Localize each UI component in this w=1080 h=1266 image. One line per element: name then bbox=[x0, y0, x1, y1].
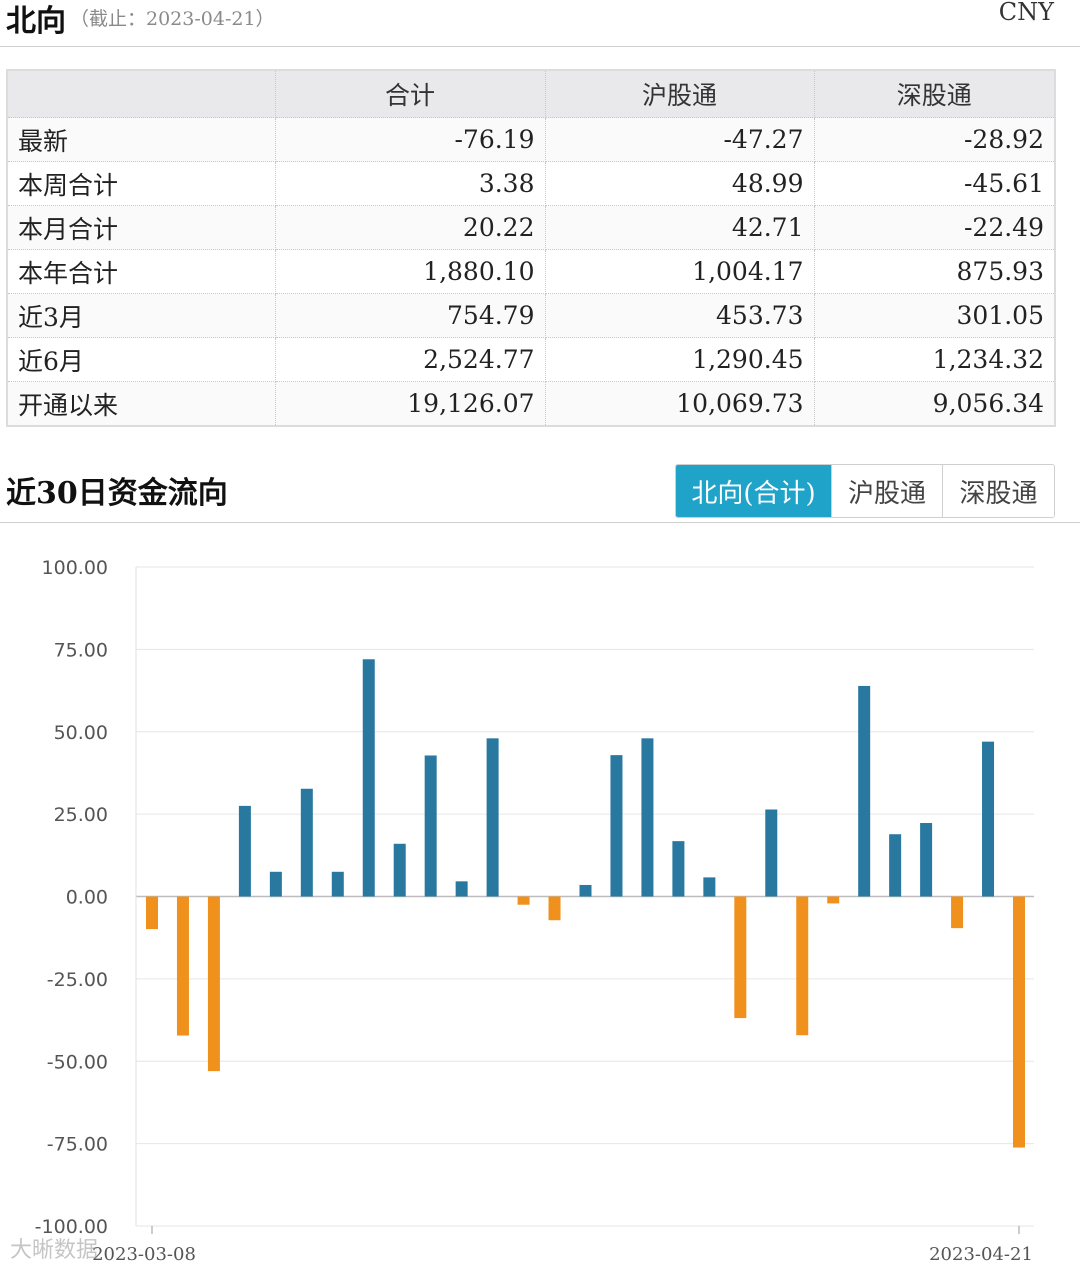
table-row: 本周合计 3.38 48.99 -45.61 bbox=[6, 161, 1056, 206]
bar-inflow bbox=[579, 884, 592, 897]
cell-shenzhen: 1,234.32 bbox=[813, 337, 1056, 382]
bar-inflow bbox=[982, 741, 995, 897]
watermark: 大晰数据 bbox=[10, 1238, 99, 1263]
column-header-blank bbox=[6, 69, 276, 118]
daily-flow-bar-chart: 100.00 75.00 50.00 25.00 0.00 -25.00 -50.00 -75… bbox=[35, 557, 1034, 1265]
bar-inflow bbox=[920, 823, 933, 897]
row-label: 开通以来 bbox=[6, 381, 276, 427]
row-label: 本年合计 bbox=[6, 249, 276, 294]
bar-inflow bbox=[424, 755, 437, 897]
cell-total: 2,524.77 bbox=[274, 337, 546, 382]
bar-inflow bbox=[858, 685, 871, 897]
y-tick-label: -50.00 bbox=[47, 1051, 108, 1073]
column-header-shanghai: 沪股通 bbox=[544, 69, 815, 118]
row-label: 最新 bbox=[6, 117, 276, 162]
flow-summary-table: 合计 沪股通 深股通 最新 -76.19 -47.27 -28.92 本周合计 … bbox=[6, 69, 1056, 427]
page-header: 北向 （截止：2023-04-21） CNY bbox=[0, 0, 1080, 47]
cell-total: -76.19 bbox=[274, 117, 546, 162]
cell-shenzhen: 301.05 bbox=[813, 293, 1056, 338]
bar-outflow bbox=[951, 896, 964, 929]
bar-inflow bbox=[703, 877, 716, 897]
cell-shanghai: 42.71 bbox=[544, 205, 815, 250]
cell-total: 754.79 bbox=[274, 293, 546, 338]
cell-total: 19,126.07 bbox=[274, 381, 546, 427]
y-tick-label: 50.00 bbox=[54, 722, 108, 744]
bar-outflow bbox=[827, 896, 840, 904]
cell-shenzhen: -28.92 bbox=[813, 117, 1056, 162]
cell-total: 1,880.10 bbox=[274, 249, 546, 294]
bar-inflow bbox=[610, 755, 623, 897]
tab-shenzhen-connect[interactable]: 深股通 bbox=[942, 465, 1054, 517]
section-divider bbox=[0, 522, 1080, 523]
table-row: 本月合计 20.22 42.71 -22.49 bbox=[6, 205, 1056, 250]
bar-inflow bbox=[486, 738, 499, 897]
bar-inflow bbox=[269, 871, 282, 897]
bar-outflow bbox=[734, 896, 747, 1019]
y-tick-label: -25.00 bbox=[47, 969, 108, 991]
page-title: 北向 bbox=[6, 4, 66, 39]
cell-shanghai: 1,004.17 bbox=[544, 249, 815, 294]
series-tabs: 北向(合计) 沪股通 深股通 bbox=[675, 464, 1055, 518]
bar-inflow bbox=[300, 788, 313, 897]
bar-outflow bbox=[517, 896, 530, 905]
cell-shenzhen: 875.93 bbox=[813, 249, 1056, 294]
x-end-date-label: 2023-04-21 bbox=[929, 1244, 1033, 1265]
table-row: 近6月 2,524.77 1,290.45 1,234.32 bbox=[6, 337, 1056, 382]
bar-inflow bbox=[362, 659, 375, 897]
row-label: 近6月 bbox=[6, 337, 276, 382]
cell-shenzhen: -22.49 bbox=[813, 205, 1056, 250]
table-row: 开通以来 19,126.07 10,069.73 9,056.34 bbox=[6, 381, 1056, 427]
cell-shanghai: 1,290.45 bbox=[544, 337, 815, 382]
cell-shanghai: 48.99 bbox=[544, 161, 815, 206]
row-label: 本周合计 bbox=[6, 161, 276, 206]
table-header-row: 合计 沪股通 深股通 bbox=[6, 69, 1056, 118]
column-header-total: 合计 bbox=[274, 69, 546, 118]
bar-inflow bbox=[641, 738, 654, 897]
table-row: 最新 -76.19 -47.27 -28.92 bbox=[6, 117, 1056, 162]
bar-outflow bbox=[796, 896, 809, 1036]
cell-shanghai: -47.27 bbox=[544, 117, 815, 162]
y-tick-label: 100.00 bbox=[42, 557, 108, 579]
tab-northbound-total[interactable]: 北向(合计) bbox=[676, 465, 831, 517]
bar-inflow bbox=[889, 834, 902, 897]
bar-outflow bbox=[176, 896, 189, 1036]
column-header-shenzhen: 深股通 bbox=[813, 69, 1056, 118]
x-start-date-label: 2023-03-08 bbox=[92, 1244, 196, 1265]
section-title: 近30日资金流向 bbox=[6, 476, 228, 511]
y-tick-label: 75.00 bbox=[54, 639, 108, 661]
bar-inflow bbox=[455, 881, 468, 897]
y-tick-label: -75.00 bbox=[47, 1134, 108, 1156]
bar-outflow bbox=[548, 896, 561, 921]
bar-outflow bbox=[207, 896, 220, 1072]
currency-label: CNY bbox=[998, 0, 1054, 26]
cell-shenzhen: 9,056.34 bbox=[813, 381, 1056, 427]
northbound-page: 北向 （截止：2023-04-21） CNY 合计 沪股通 深股通 最新 -76… bbox=[0, 0, 1080, 1266]
bar-inflow bbox=[331, 871, 344, 897]
y-tick-label: 0.00 bbox=[66, 887, 108, 909]
bar-inflow bbox=[238, 805, 251, 897]
row-label: 近3月 bbox=[6, 293, 276, 338]
cell-shenzhen: -45.61 bbox=[813, 161, 1056, 206]
table-row: 近3月 754.79 453.73 301.05 bbox=[6, 293, 1056, 338]
row-label: 本月合计 bbox=[6, 205, 276, 250]
bar-outflow bbox=[146, 896, 158, 930]
cell-shanghai: 10,069.73 bbox=[544, 381, 815, 427]
bar-inflow bbox=[393, 843, 406, 897]
bar-inflow bbox=[765, 809, 778, 897]
tab-shanghai-connect[interactable]: 沪股通 bbox=[831, 465, 942, 517]
bar-inflow bbox=[672, 841, 685, 897]
cell-total: 20.22 bbox=[274, 205, 546, 250]
as-of-date: （截止：2023-04-21） bbox=[70, 8, 275, 30]
table-row: 本年合计 1,880.10 1,004.17 875.93 bbox=[6, 249, 1056, 294]
bar-outflow bbox=[1013, 896, 1025, 1148]
y-tick-label: 25.00 bbox=[54, 804, 108, 826]
cell-shanghai: 453.73 bbox=[544, 293, 815, 338]
cell-total: 3.38 bbox=[274, 161, 546, 206]
